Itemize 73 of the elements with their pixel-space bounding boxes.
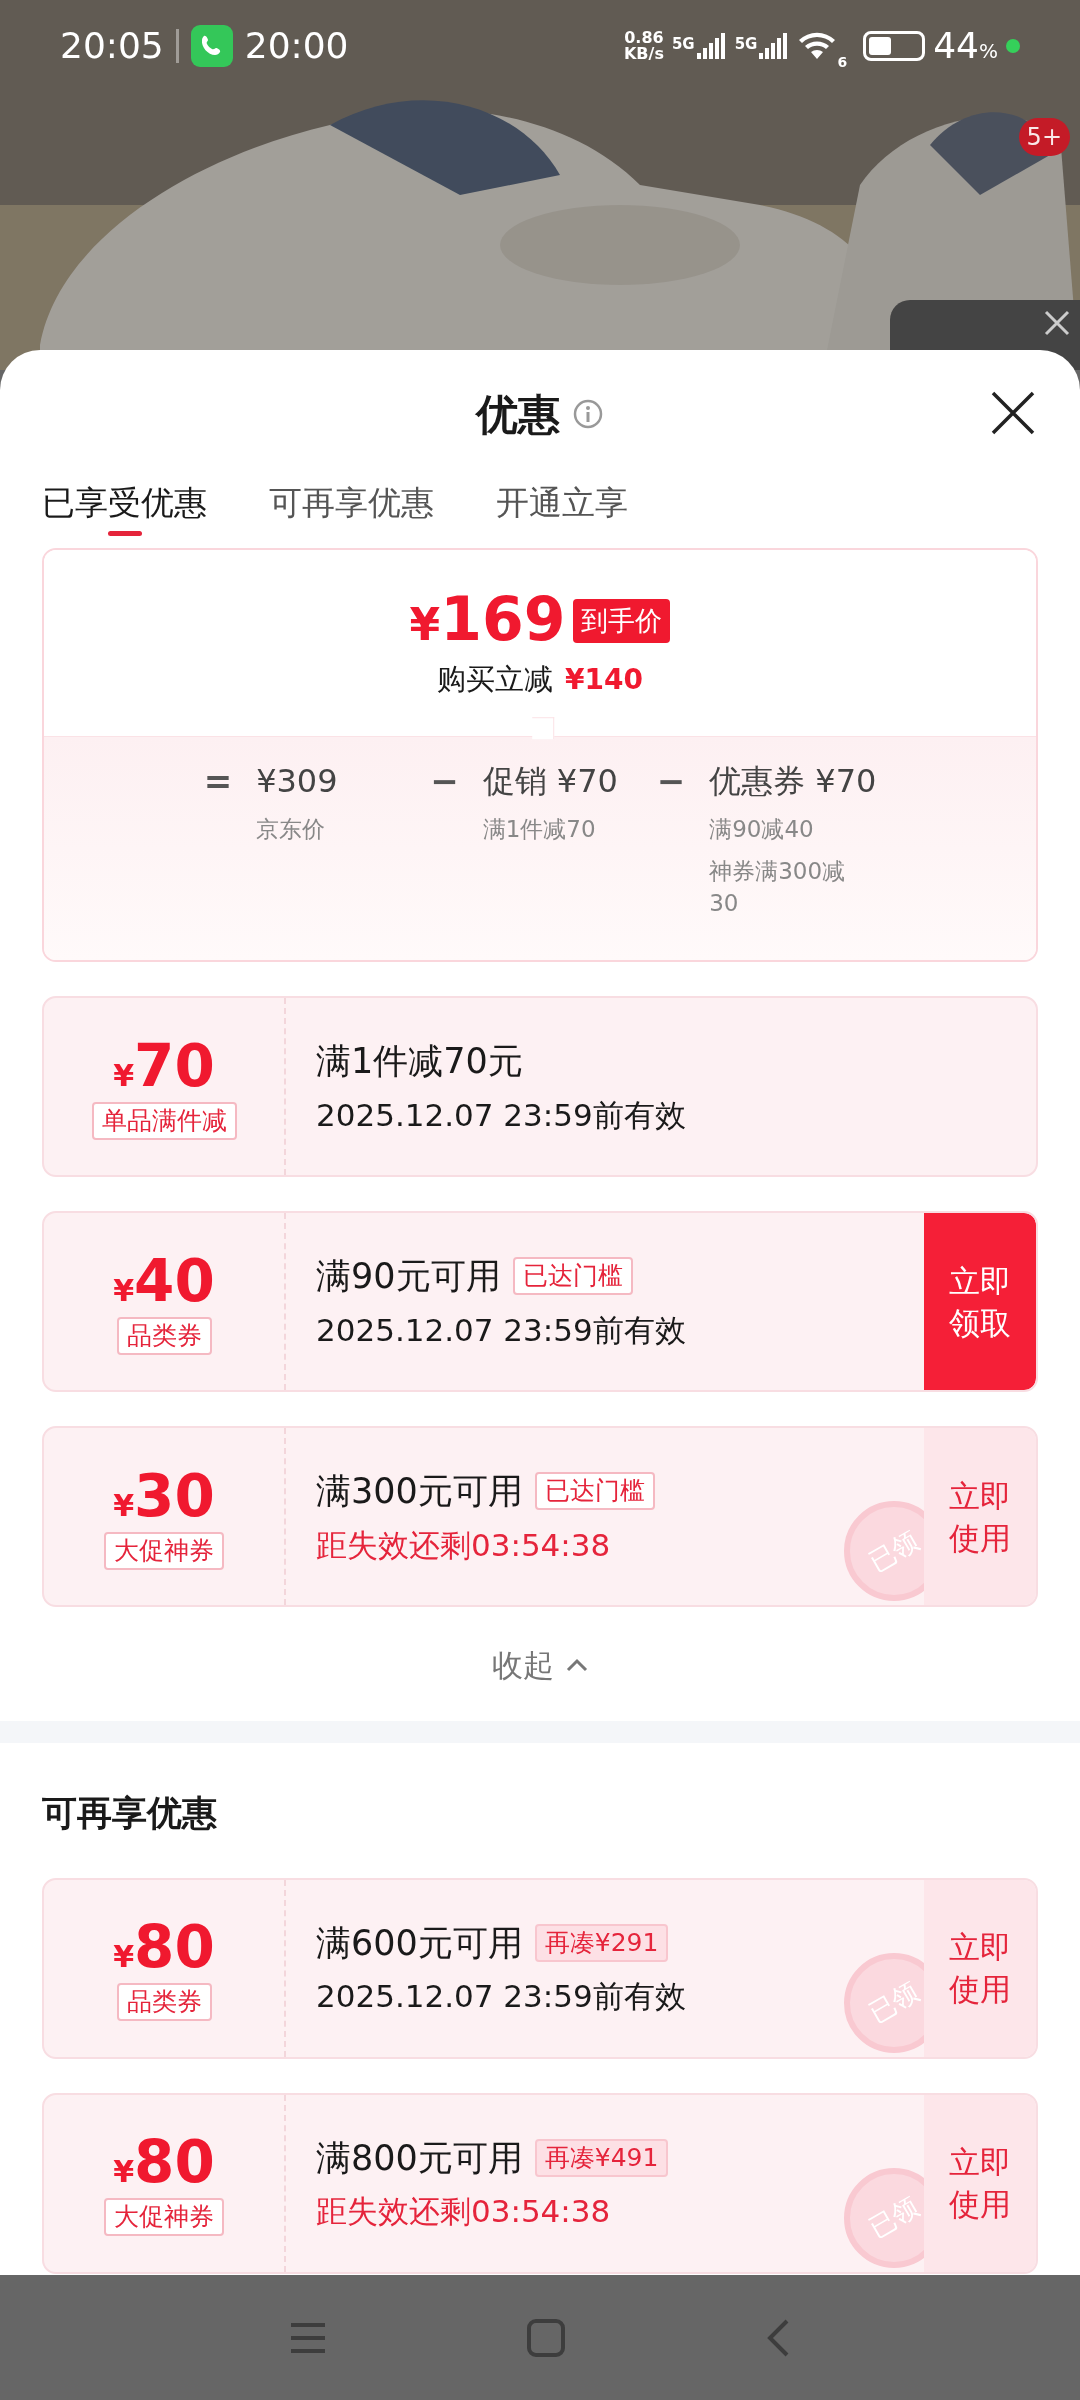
saving-amount: ¥140 <box>565 661 643 698</box>
coupon-type-tag: 大促神券 <box>104 1531 224 1570</box>
coupon-amount: 40 <box>134 1248 215 1313</box>
tab[interactable]: 开通立享 <box>496 468 628 538</box>
phone-call-icon <box>190 25 233 67</box>
coupon-action-button[interactable]: 立即 使用 <box>924 1879 1036 2057</box>
close-icon[interactable] <box>1042 308 1072 338</box>
coupon-action-button[interactable]: 立即 领取 <box>924 1213 1036 1390</box>
countdown-text: 距失效还剩03:54:38 <box>316 1525 611 1565</box>
network-type: 5G <box>671 34 695 55</box>
back-icon[interactable] <box>765 2317 791 2358</box>
expiry-date: 2025.12.07 23:59前有效 <box>316 1977 686 2016</box>
tab[interactable]: 已享受优惠 <box>42 468 207 538</box>
expiry-date: 2025.12.07 23:59前有效 <box>316 1310 686 1350</box>
currency-symbol: ¥ <box>113 2154 135 2191</box>
coupon-type-tag: 品类券 <box>116 1983 212 2021</box>
percent-sign: % <box>979 38 998 65</box>
coupon-amount: 70 <box>134 1033 215 1098</box>
close-icon[interactable] <box>990 390 1036 436</box>
coupon-amount: 80 <box>134 1915 215 1979</box>
sheet-title: 优惠 <box>476 388 560 441</box>
saving-label: 购买立减 <box>437 660 554 698</box>
countdown-text: 距失效还剩03:54:38 <box>316 2192 611 2231</box>
coupon-amount: 30 <box>134 1463 215 1528</box>
price-term: 优惠券 ¥70 <box>709 761 877 802</box>
coupon-status-tag: 再凑¥291 <box>534 1923 669 1962</box>
final-price: 169 <box>440 584 566 653</box>
coupon-type-tag: 单品满件减 <box>91 1101 237 1140</box>
battery-icon <box>863 31 926 61</box>
menu-icon[interactable] <box>289 2320 327 2355</box>
operator: − <box>656 760 686 803</box>
currency-symbol: ¥ <box>113 1939 135 1976</box>
term-note: 满90减40 <box>709 815 815 844</box>
price-term: ¥309 <box>256 761 339 802</box>
battery-percent: 44 <box>933 24 979 68</box>
coupon-type-tag: 大促神券 <box>104 2198 224 2236</box>
coupon-condition: 满800元可用 <box>316 2136 523 2180</box>
coupon-condition: 满300元可用 <box>316 1470 523 1513</box>
currency-symbol: ¥ <box>113 1272 135 1310</box>
home-icon[interactable] <box>527 2318 565 2357</box>
coupon-status-tag: 再凑¥491 <box>534 2138 669 2177</box>
coupon-condition: 满90元可用 <box>316 1255 501 1298</box>
currency-symbol: ¥ <box>113 1057 135 1095</box>
currency-symbol: ¥ <box>409 597 441 652</box>
expiry-date: 2025.12.07 23:59前有效 <box>316 1095 686 1135</box>
coupon-action-button[interactable]: 立即 使用 <box>924 2094 1036 2272</box>
coupon-condition: 满1件减70元 <box>316 1040 523 1083</box>
price-term: 促销 ¥70 <box>482 761 619 802</box>
network-type: 5G <box>734 34 758 55</box>
coupon-status-tag: 已达门槛 <box>534 1472 655 1511</box>
signal-icon <box>696 33 727 59</box>
network-speed: 0.86 KB/s <box>623 30 664 62</box>
coupon-amount: 80 <box>134 2130 215 2194</box>
coupon-condition: 满600元可用 <box>316 1921 523 1965</box>
section-title: 可再享优惠 <box>42 1792 218 1835</box>
coupon-status-tag: 已达门槛 <box>512 1257 633 1296</box>
currency-symbol: ¥ <box>113 1487 135 1525</box>
wifi-label: 6 <box>837 53 848 72</box>
term-note: 神券满300减30 <box>709 857 847 918</box>
chevron-up-icon <box>566 1658 588 1672</box>
term-note: 满1件减70 <box>482 815 597 844</box>
collapse-button[interactable]: 收起 <box>492 1629 588 1701</box>
coupon-type-tag: 品类券 <box>116 1316 212 1355</box>
tab[interactable]: 可再享优惠 <box>269 468 434 538</box>
info-icon[interactable] <box>572 398 604 430</box>
term-note: 京东价 <box>256 815 327 844</box>
signal-icon <box>759 33 790 59</box>
call-duration: 20:00 <box>244 24 349 68</box>
clock-time: 20:05 <box>60 24 164 68</box>
price-label-tag: 到手价 <box>573 599 671 644</box>
operator: − <box>430 760 459 803</box>
coupon-action-button[interactable]: 立即 使用 <box>924 1428 1036 1605</box>
operator: = <box>203 760 233 803</box>
